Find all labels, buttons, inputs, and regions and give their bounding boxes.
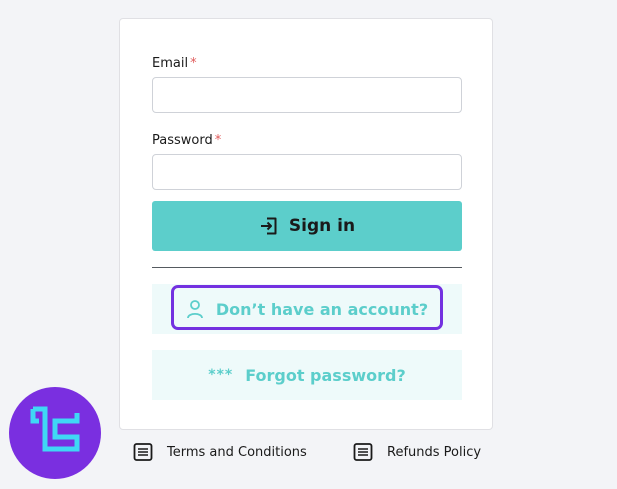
highlight-outline [171, 285, 443, 330]
refunds-label: Refunds Policy [387, 444, 482, 460]
forgot-password-label: Forgot password? [245, 365, 406, 385]
login-card: Email * Password * Sign in Don’t have an a… [119, 18, 493, 430]
email-field[interactable] [152, 77, 462, 113]
document-icon [353, 442, 373, 462]
divider [152, 267, 462, 268]
password-field[interactable] [152, 154, 462, 190]
sign-in-label: Sign in [288, 216, 356, 236]
password-label: Password * [152, 133, 221, 148]
forgot-password-button[interactable]: *** Forgot password? [152, 350, 462, 400]
document-icon [133, 442, 153, 462]
sign-in-icon [259, 216, 279, 236]
terms-link[interactable]: Terms and Conditions [133, 442, 307, 462]
refunds-link[interactable]: Refunds Policy [353, 442, 481, 462]
sign-in-button[interactable]: Sign in [152, 201, 462, 251]
brand-logo-icon [9, 387, 101, 479]
terms-label: Terms and Conditions [167, 444, 307, 460]
email-required-mark: * [190, 56, 197, 71]
key-mask-icon: *** [208, 367, 234, 383]
email-label-text: Email [152, 56, 189, 71]
password-label-text: Password [152, 133, 213, 148]
email-label: Email * [152, 56, 197, 71]
password-required-mark: * [214, 133, 222, 148]
